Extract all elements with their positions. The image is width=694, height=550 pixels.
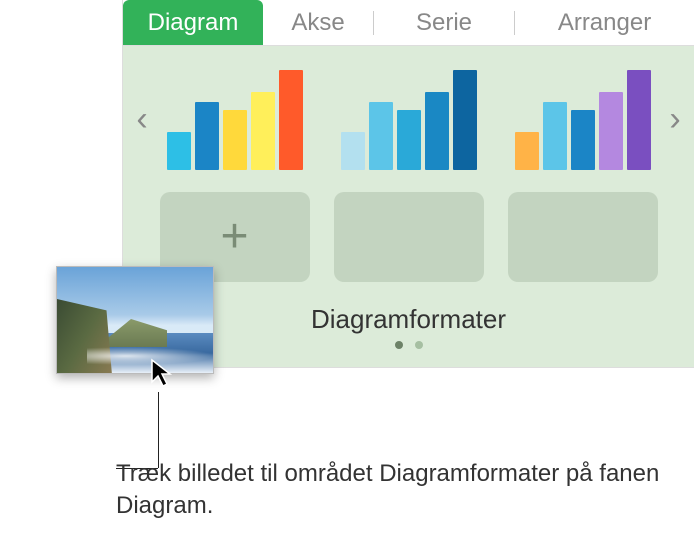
tab-diagram[interactable]: Diagram: [123, 0, 263, 45]
chart-bar: [195, 102, 219, 170]
chart-style-thumb[interactable]: [160, 64, 310, 174]
chart-style-thumb[interactable]: [508, 64, 658, 174]
chart-bar: [397, 110, 421, 170]
plus-icon: +: [220, 213, 248, 261]
callout-line: [158, 392, 159, 468]
styles-grid: [157, 64, 660, 174]
styles-carousel: ‹ ›: [123, 64, 694, 174]
chart-bar: [369, 102, 393, 170]
empty-style-slot[interactable]: [508, 192, 658, 282]
chart-bar: [627, 70, 651, 170]
tab-akse[interactable]: Akse: [263, 0, 373, 45]
chart-bar: [167, 132, 191, 170]
carousel-next-icon[interactable]: ›: [660, 100, 690, 139]
tab-arranger[interactable]: Arranger: [515, 0, 694, 45]
chart-bar: [341, 132, 365, 170]
chart-bar: [425, 92, 449, 170]
chart-bar: [453, 70, 477, 170]
tab-bar: Diagram Akse Serie Arranger: [123, 0, 694, 46]
chart-bar: [571, 110, 595, 170]
chart-bar: [251, 92, 275, 170]
callout-text: Træk billedet til området Diagramformate…: [116, 458, 694, 523]
image-wave: [87, 347, 214, 365]
tab-serie[interactable]: Serie: [374, 0, 514, 45]
carousel-dot[interactable]: [395, 341, 403, 349]
chart-style-thumb[interactable]: [334, 64, 484, 174]
chart-bar: [279, 70, 303, 170]
dragged-image-thumbnail[interactable]: [56, 266, 214, 374]
chart-bar: [515, 132, 539, 170]
empty-style-slot[interactable]: [334, 192, 484, 282]
chart-bar: [599, 92, 623, 170]
carousel-prev-icon[interactable]: ‹: [127, 100, 157, 139]
carousel-dot[interactable]: [415, 341, 423, 349]
chart-bar: [543, 102, 567, 170]
chart-bar: [223, 110, 247, 170]
